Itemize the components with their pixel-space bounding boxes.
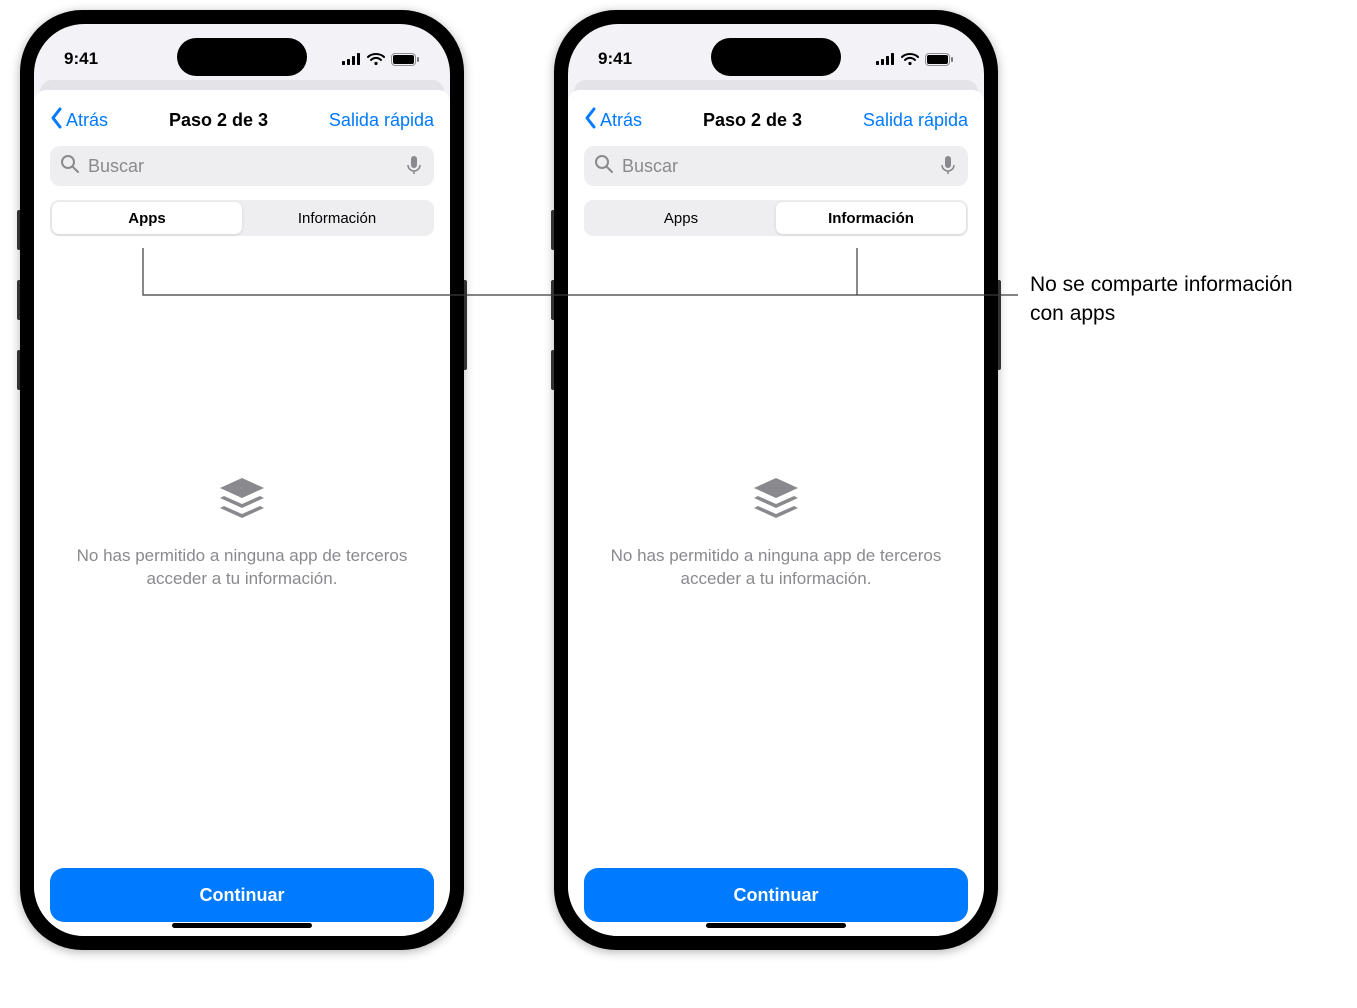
back-label: Atrás: [600, 110, 642, 131]
home-indicator[interactable]: [706, 923, 846, 928]
segmented-control[interactable]: Apps Información: [584, 200, 968, 236]
tab-information[interactable]: Información: [776, 202, 966, 234]
tab-information[interactable]: Información: [242, 202, 432, 234]
wifi-icon: [367, 53, 385, 65]
quick-exit-button[interactable]: Salida rápida: [329, 110, 434, 131]
empty-state: No has permitido a ninguna app de tercer…: [50, 236, 434, 868]
quick-exit-button[interactable]: Salida rápida: [863, 110, 968, 131]
status-time: 9:41: [598, 49, 632, 69]
continue-button[interactable]: Continuar: [584, 868, 968, 922]
phone-frame: 9:41 Atrás Paso 2 de 3: [20, 10, 464, 950]
mic-icon[interactable]: [404, 154, 424, 179]
phone-screen: 9:41 Atrás Paso 2 de 3: [568, 24, 984, 936]
segmented-control[interactable]: Apps Información: [50, 200, 434, 236]
tab-apps[interactable]: Apps: [586, 202, 776, 234]
back-button[interactable]: Atrás: [584, 107, 642, 134]
stack-icon: [750, 474, 802, 527]
callout-text: No se comparte información con apps: [1030, 270, 1330, 329]
back-button[interactable]: Atrás: [50, 107, 108, 134]
nav-title: Paso 2 de 3: [169, 110, 268, 131]
nav-bar: Atrás Paso 2 de 3 Salida rápida: [584, 90, 968, 144]
phone-screen: 9:41 Atrás Paso 2 de 3: [34, 24, 450, 936]
modal-sheet: Atrás Paso 2 de 3 Salida rápida Buscar A…: [568, 90, 984, 936]
empty-state: No has permitido a ninguna app de tercer…: [584, 236, 968, 868]
wifi-icon: [901, 53, 919, 65]
dynamic-island: [177, 38, 307, 76]
search-input[interactable]: Buscar: [584, 146, 968, 186]
continue-button[interactable]: Continuar: [50, 868, 434, 922]
stack-icon: [216, 474, 268, 527]
nav-bar: Atrás Paso 2 de 3 Salida rápida: [50, 90, 434, 144]
nav-title: Paso 2 de 3: [703, 110, 802, 131]
home-indicator[interactable]: [172, 923, 312, 928]
empty-state-text: No has permitido a ninguna app de tercer…: [72, 545, 412, 591]
dynamic-island: [711, 38, 841, 76]
cellular-signal-icon: [342, 53, 361, 65]
chevron-left-icon: [584, 107, 598, 134]
battery-icon: [925, 53, 954, 66]
phone-frame: 9:41 Atrás Paso 2 de 3: [554, 10, 998, 950]
status-time: 9:41: [64, 49, 98, 69]
tab-apps[interactable]: Apps: [52, 202, 242, 234]
empty-state-text: No has permitido a ninguna app de tercer…: [606, 545, 946, 591]
search-icon: [594, 154, 614, 179]
mic-icon[interactable]: [938, 154, 958, 179]
cellular-signal-icon: [876, 53, 895, 65]
search-placeholder: Buscar: [622, 156, 678, 177]
back-label: Atrás: [66, 110, 108, 131]
chevron-left-icon: [50, 107, 64, 134]
search-input[interactable]: Buscar: [50, 146, 434, 186]
search-placeholder: Buscar: [88, 156, 144, 177]
modal-sheet: Atrás Paso 2 de 3 Salida rápida Buscar A…: [34, 90, 450, 936]
battery-icon: [391, 53, 420, 66]
search-icon: [60, 154, 80, 179]
